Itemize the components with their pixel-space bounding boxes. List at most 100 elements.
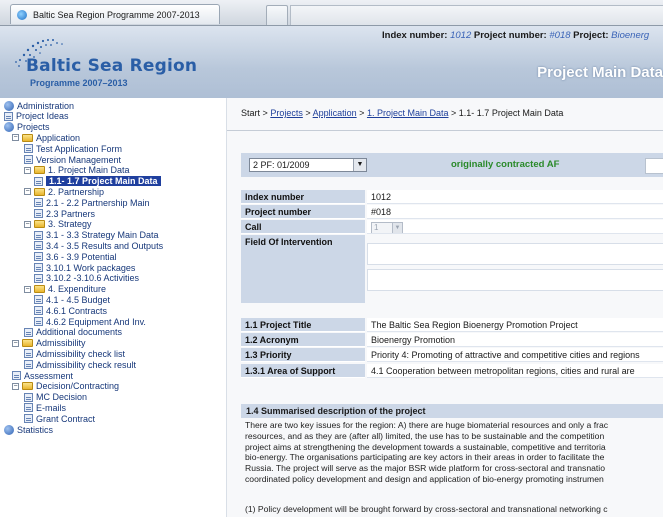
version-extra-field[interactable] <box>645 158 663 174</box>
collapse-toggle-icon[interactable]: − <box>12 134 19 142</box>
page-icon <box>24 327 33 337</box>
version-bar: 2 PF: 01/2009 ▼ originally contracted AF <box>241 153 663 177</box>
summary-line: project aims at strengthening the develo… <box>245 441 606 452</box>
sidebar-item[interactable]: Assessment <box>12 370 73 381</box>
sidebar-item[interactable]: Grant Contract <box>24 413 95 424</box>
project-number-value: #018 <box>549 30 571 41</box>
breadcrumb-current: 1.1- 1.7 Project Main Data <box>458 108 564 118</box>
field-of-intervention-values <box>367 235 663 303</box>
sidebar-item[interactable]: 4.6.1 Contracts <box>34 305 107 316</box>
project-value: Bioenerg <box>611 30 650 41</box>
breadcrumb-link-projects[interactable]: Projects <box>270 108 303 118</box>
project-title-value: The Baltic Sea Region Bioenergy Promotio… <box>367 318 663 332</box>
form-row-project-title: 1.1 Project Title The Baltic Sea Region … <box>241 318 663 332</box>
sidebar-item[interactable]: 3.4 - 3.5 Results and Outputs <box>34 240 163 251</box>
form-row-priority: 1.3 Priority Priority 4: Promoting of at… <box>241 348 663 362</box>
acronym-label: 1.2 Acronym <box>241 333 365 347</box>
browser-toolbar <box>290 5 663 25</box>
sidebar-item[interactable]: Additional documents <box>24 327 122 338</box>
sidebar-item-label: 3.1 - 3.3 Strategy Main Data <box>46 230 159 241</box>
index-number-field-label: Index number <box>241 190 365 204</box>
sidebar-navigation-tree: Administration Project Ideas Projects − Appl… <box>0 98 227 517</box>
sidebar-item[interactable]: − 3. Strategy <box>24 219 92 230</box>
page-icon <box>34 252 43 262</box>
sidebar-item[interactable]: Version Management <box>24 154 121 165</box>
root-icon <box>4 424 14 435</box>
sidebar-item-label: Test Application Form <box>36 143 123 154</box>
field-of-intervention-box-2[interactable] <box>367 269 663 291</box>
sidebar-item[interactable]: 3.10.1 Work packages <box>34 262 135 273</box>
new-tab-button[interactable] <box>266 5 288 25</box>
sidebar-item[interactable]: Admissibility check list <box>24 348 125 359</box>
sidebar-item[interactable]: Test Application Form <box>24 143 122 154</box>
sidebar-item-label: E-mails <box>36 402 67 413</box>
sidebar-item[interactable]: 4.1 - 4.5 Budget <box>34 294 110 305</box>
form-row-project-number: Project number #018 <box>241 205 663 219</box>
dropdown-arrow-icon[interactable]: ▼ <box>353 159 366 171</box>
index-number-label: Index number: <box>382 30 448 41</box>
breadcrumb: Start > Projects > Application > 1. Proj… <box>241 108 563 118</box>
breadcrumb-start: Start <box>241 108 261 118</box>
collapse-toggle-icon[interactable]: − <box>12 382 19 390</box>
programme-logo[interactable]: Baltic Sea Region Programme 2007–2013 <box>0 26 210 98</box>
sidebar-item[interactable]: E-mails <box>24 402 66 413</box>
acronym-value: Bioenergy Promotion <box>367 333 663 347</box>
sidebar-item-label: Application <box>36 132 81 143</box>
sidebar-item[interactable]: Statistics <box>4 424 53 435</box>
sidebar-item[interactable]: 3.10.2 -3.10.6 Activities <box>34 273 139 284</box>
collapse-toggle-icon[interactable]: − <box>12 339 19 347</box>
sidebar-item-label: Projects <box>17 122 50 133</box>
breadcrumb-link-application[interactable]: Application <box>313 108 357 118</box>
sidebar-item[interactable]: 3.1 - 3.3 Strategy Main Data <box>34 230 159 241</box>
sidebar-item[interactable]: Project Ideas <box>4 111 69 122</box>
sidebar-item[interactable]: Projects <box>4 122 50 133</box>
sidebar-item-label: 3.10.2 -3.10.6 Activities <box>46 273 140 284</box>
breadcrumb-separator: > <box>359 108 365 118</box>
sidebar-item[interactable]: 2.1 - 2.2 Partnership Main <box>34 197 150 208</box>
page-icon <box>34 306 43 316</box>
folder-icon <box>22 339 33 348</box>
sidebar-item[interactable]: MC Decision <box>24 392 87 403</box>
sidebar-item-label: Additional documents <box>36 327 123 338</box>
collapse-toggle-icon[interactable]: − <box>24 166 31 174</box>
call-select[interactable]: 1 ▼ <box>371 222 403 233</box>
page-icon <box>34 295 43 305</box>
form-row-call: Call 1 ▼ <box>241 220 663 234</box>
collapse-toggle-icon[interactable]: − <box>24 188 31 196</box>
sidebar-item[interactable]: − Admissibility <box>12 338 86 349</box>
folder-icon <box>34 220 45 229</box>
sidebar-item[interactable]: − 4. Expenditure <box>24 284 106 295</box>
summary-heading: 1.4 Summarised description of the projec… <box>241 404 663 418</box>
version-select[interactable]: 2 PF: 01/2009 ▼ <box>249 158 367 172</box>
sidebar-item-label: Admissibility check list <box>36 348 126 359</box>
sidebar-item[interactable]: 4.6.2 Equipment And Inv. <box>34 316 146 327</box>
sidebar-item-label: 2. Partnership <box>48 186 105 197</box>
collapse-toggle-icon[interactable]: − <box>24 285 31 293</box>
sidebar-item-label: 4.6.1 Contracts <box>46 305 108 316</box>
sidebar-item[interactable]: Admissibility check result <box>24 359 136 370</box>
version-select-value: 2 PF: 01/2009 <box>253 160 310 170</box>
sidebar-item-label: Version Management <box>36 154 122 165</box>
sidebar-item-label: 4. Expenditure <box>48 284 107 295</box>
breadcrumb-link-main-data[interactable]: 1. Project Main Data <box>367 108 449 118</box>
field-of-intervention-box-1[interactable] <box>367 243 663 265</box>
sidebar-item[interactable]: − Decision/Contracting <box>12 381 119 392</box>
sidebar-item-label: 1.1- 1.7 Project Main Data <box>46 176 161 187</box>
sidebar-item[interactable]: − 1. Project Main Data <box>24 165 130 176</box>
page-icon <box>34 230 43 240</box>
version-status: originally contracted AF <box>451 159 560 170</box>
sidebar-item[interactable]: 1.1- 1.7 Project Main Data <box>34 176 161 187</box>
main-content: Start > Projects > Application > 1. Proj… <box>227 98 663 517</box>
sidebar-item-label: 2.1 - 2.2 Partnership Main <box>46 197 150 208</box>
area-of-support-label: 1.3.1 Area of Support <box>241 364 365 378</box>
collapse-toggle-icon[interactable]: − <box>24 220 31 228</box>
sidebar-item[interactable]: 3.6 - 3.9 Potential <box>34 251 117 262</box>
dropdown-arrow-icon[interactable]: ▼ <box>392 223 402 233</box>
sidebar-item[interactable]: 2.3 Partners <box>34 208 95 219</box>
sidebar-item[interactable]: − Application <box>12 132 80 143</box>
sidebar-item-label: Decision/Contracting <box>36 381 120 392</box>
browser-tab[interactable]: Baltic Sea Region Programme 2007-2013 <box>10 4 220 24</box>
sidebar-item[interactable]: Administration <box>4 100 74 111</box>
index-number-field-value: 1012 <box>367 190 663 204</box>
sidebar-item[interactable]: − 2. Partnership <box>24 186 104 197</box>
